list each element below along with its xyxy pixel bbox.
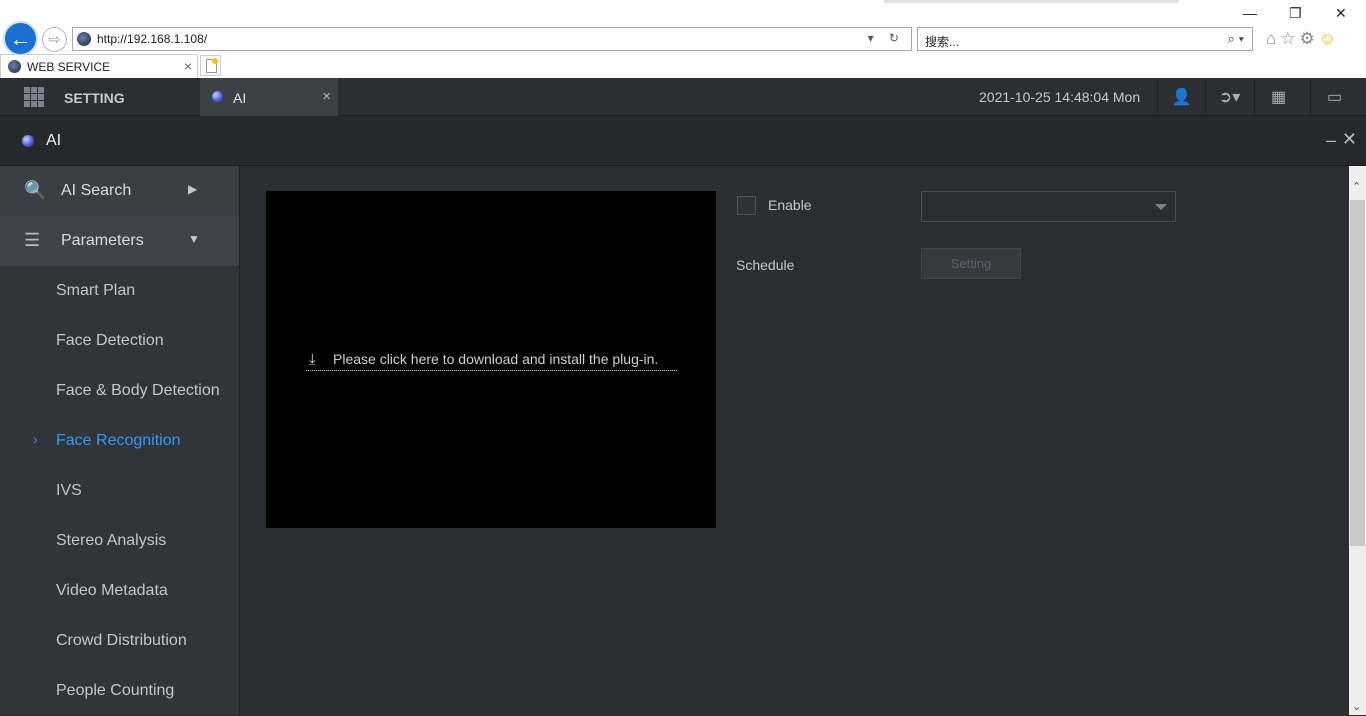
vertical-scrollbar[interactable]: ⌃ ⌄ xyxy=(1349,166,1366,715)
browser-tab[interactable]: WEB SERVICE × xyxy=(0,54,198,78)
monitor-icon[interactable]: ▭ xyxy=(1310,78,1358,116)
home-icon[interactable]: ⌂ xyxy=(1266,29,1280,48)
sidebar-item-parameters[interactable]: ☰ Parameters ▼ xyxy=(0,216,239,266)
sidebar-item-people-counting[interactable]: People Counting xyxy=(0,666,239,716)
browser-toolbar-icons: ⌂☆⚙☺ xyxy=(1266,29,1340,49)
qrcode-icon[interactable]: ▦ xyxy=(1254,78,1302,116)
back-arrow-icon[interactable]: ← xyxy=(3,21,38,56)
sidebar-item-label: Video Metadata xyxy=(56,582,168,599)
scrollbar-thumb[interactable] xyxy=(1350,200,1365,546)
browser-popup-edge xyxy=(884,0,1179,3)
schedule-label: Schedule xyxy=(736,257,795,273)
refresh-icon[interactable]: ▾ ↻ xyxy=(868,31,905,45)
address-url[interactable]: http://192.168.1.108/ xyxy=(97,32,207,46)
tab-favicon-icon xyxy=(8,60,21,73)
star-icon[interactable]: ☆ xyxy=(1280,29,1299,48)
browser-search-box[interactable]: 搜索... ⌕ ▾ xyxy=(917,27,1253,51)
panel-title: AI xyxy=(46,132,62,149)
device-datetime: 2021-10-25 14:48:04 Mon xyxy=(979,89,1141,105)
channel-select[interactable] xyxy=(921,191,1176,222)
grid-menu-icon[interactable] xyxy=(24,87,44,107)
user-icon[interactable]: 👤 xyxy=(1157,78,1205,116)
main-content: ⤓ Please click here to download and inst… xyxy=(241,166,1349,715)
site-favicon-icon xyxy=(77,32,91,46)
app-header: SETTING AI × 2021-10-25 14:48:04 Mon 👤 ➲… xyxy=(0,78,1366,116)
sidebar-item-video-metadata[interactable]: Video Metadata xyxy=(0,566,239,616)
sidebar-item-label: Face Detection xyxy=(56,332,164,349)
sidebar-item-smart-plan[interactable]: Smart Plan xyxy=(0,266,239,316)
tab-ai[interactable]: AI × xyxy=(200,78,338,116)
ai-search-icon: 🔍 xyxy=(24,180,47,200)
panel-minimize-button[interactable]: – xyxy=(1326,130,1336,151)
sidebar-item-label: Crowd Distribution xyxy=(56,632,187,649)
gear-icon[interactable]: ⚙ xyxy=(1300,29,1319,48)
scroll-up-icon[interactable]: ⌃ xyxy=(1352,180,1361,193)
enable-checkbox[interactable] xyxy=(737,196,756,215)
tab-ai-close-button[interactable]: × xyxy=(322,88,331,105)
smiley-icon[interactable]: ☺ xyxy=(1319,29,1340,48)
download-icon: ⤓ xyxy=(309,351,316,368)
sidebar-item-ai-search[interactable]: 🔍 AI Search ▶ xyxy=(0,166,239,216)
sidebar-item-face-recognition[interactable]: › Face Recognition xyxy=(0,416,239,466)
sidebar-item-ivs[interactable]: IVS xyxy=(0,466,239,516)
panel-titlebar: AI – ✕ xyxy=(0,116,1366,166)
sidebar-item-crowd-distribution[interactable]: Crowd Distribution xyxy=(0,616,239,666)
parameters-list: Smart Plan Face Detection Face & Body De… xyxy=(0,266,239,716)
sidebar-item-face-body-detection[interactable]: Face & Body Detection xyxy=(0,366,239,416)
sidebar-item-stereo-analysis[interactable]: Stereo Analysis xyxy=(0,516,239,566)
tab-ai-label: AI xyxy=(233,90,247,106)
forward-arrow-icon[interactable]: ⇨ xyxy=(42,27,67,52)
tab-title: WEB SERVICE xyxy=(27,60,111,74)
ai-ball-icon xyxy=(212,91,223,102)
search-icon[interactable]: ⌕ ▾ xyxy=(1228,31,1244,47)
chevron-down-icon xyxy=(1155,204,1167,210)
address-bar[interactable]: http://192.168.1.108/ ▾ ↻ xyxy=(72,27,912,51)
schedule-setting-button[interactable]: Setting xyxy=(921,248,1021,279)
new-tab-button[interactable] xyxy=(200,55,221,76)
search-input[interactable]: 搜索... xyxy=(925,33,959,50)
video-preview: ⤓ Please click here to download and inst… xyxy=(266,191,716,528)
ai-ball-icon xyxy=(22,135,34,147)
sidebar-item-label: IVS xyxy=(56,482,82,499)
window-restore-button[interactable]: ❐ xyxy=(1289,5,1302,22)
plugin-download-text: Please click here to download and instal… xyxy=(333,351,659,367)
list-icon: ☰ xyxy=(24,230,41,250)
scroll-down-icon[interactable]: ⌄ xyxy=(1352,700,1361,713)
sidebar-item-face-detection[interactable]: Face Detection xyxy=(0,316,239,366)
sidebar-item-label: Parameters xyxy=(61,232,144,249)
chevron-down-icon: ▼ xyxy=(188,232,200,246)
active-chevron-icon: › xyxy=(33,431,38,447)
enable-label: Enable xyxy=(768,197,812,213)
sidebar-item-label: People Counting xyxy=(56,682,175,699)
tab-close-button[interactable]: × xyxy=(184,58,192,74)
chevron-right-icon: ▶ xyxy=(188,182,198,196)
plugin-download-link[interactable]: ⤓ Please click here to download and inst… xyxy=(306,351,677,371)
sidebar-item-label: Smart Plan xyxy=(56,282,136,299)
panel-close-button[interactable]: ✕ xyxy=(1342,129,1357,150)
sidebar-item-label: Face & Body Detection xyxy=(56,382,220,399)
sidebar-item-label: AI Search xyxy=(61,182,132,199)
window-minimize-button[interactable]: — xyxy=(1243,5,1257,21)
window-close-button[interactable]: ✕ xyxy=(1335,5,1347,22)
sidebar-item-label: Face Recognition xyxy=(56,432,181,449)
setting-menu-label[interactable]: SETTING xyxy=(64,90,125,106)
logout-icon[interactable]: ➲▾ xyxy=(1205,78,1253,116)
sidebar: 🔍 AI Search ▶ ☰ Parameters ▼ Smart Plan … xyxy=(0,166,240,715)
browser-chrome: ← ⇨ http://192.168.1.108/ ▾ ↻ 搜索... ⌕ ▾ … xyxy=(0,0,1366,78)
sidebar-item-label: Stereo Analysis xyxy=(56,532,167,549)
